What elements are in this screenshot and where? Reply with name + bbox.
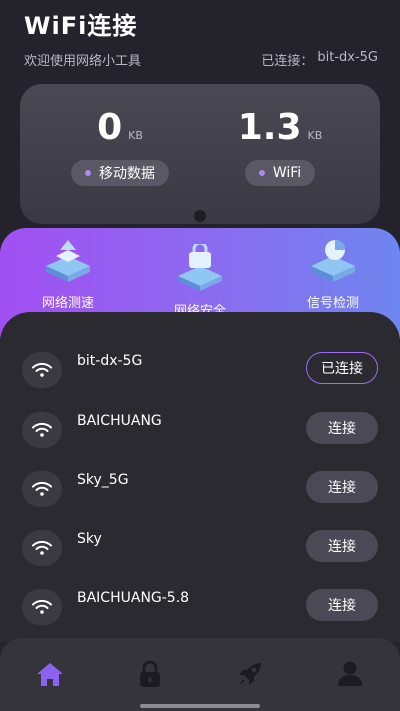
tab-speed[interactable] xyxy=(234,658,266,690)
wifi-list-item[interactable]: Sky_5G 连接 xyxy=(22,471,378,507)
wifi-ssid: BAICHUANG xyxy=(77,413,162,429)
connection-status: 已连接： bit-dx-5G xyxy=(261,50,378,69)
tab-security[interactable] xyxy=(134,658,166,690)
wifi-list-item[interactable]: Sky 连接 xyxy=(22,530,378,566)
connected-label: 已连接： xyxy=(261,54,314,69)
connected-button[interactable]: 已连接 xyxy=(306,352,378,384)
wifi-icon xyxy=(32,540,52,555)
speed-test-button[interactable]: 网络测速 xyxy=(18,236,118,311)
wifi-icon-badge xyxy=(22,412,62,448)
wifi-ssid: Sky_5G xyxy=(77,472,129,488)
home-icon xyxy=(37,663,63,686)
speed-test-label: 网络测速 xyxy=(41,296,94,311)
tab-profile[interactable] xyxy=(334,658,366,690)
wifi-icon xyxy=(32,599,52,614)
lock-icon xyxy=(140,660,160,687)
signal-detection-label: 信号检测 xyxy=(306,296,359,311)
tab-home[interactable] xyxy=(34,658,66,690)
connect-button[interactable]: 连接 xyxy=(306,471,378,503)
mobile-data-unit: KB xyxy=(128,129,143,142)
wifi-icon-badge xyxy=(22,530,62,566)
welcome-text: 欢迎使用网络小工具 xyxy=(24,54,142,69)
bottom-tab-bar xyxy=(0,638,400,711)
connect-button[interactable]: 连接 xyxy=(306,530,378,562)
network-security-button[interactable]: 网络安全 xyxy=(150,241,250,319)
dot-icon xyxy=(258,170,265,176)
wifi-ssid: Sky xyxy=(77,531,102,547)
signal-detection-icon xyxy=(311,240,355,282)
wifi-ssid: BAICHUANG-5.8 xyxy=(77,590,190,606)
wifi-icon xyxy=(32,481,52,496)
user-icon xyxy=(338,661,362,686)
wifi-ssid: bit-dx-5G xyxy=(77,353,143,369)
mobile-data-stat: 0 KB 移动数据 xyxy=(40,106,200,186)
wifi-data-label: WiFi xyxy=(272,165,302,181)
wifi-list-item[interactable]: BAICHUANG 连接 xyxy=(22,412,378,448)
connected-ssid: bit-dx-5G xyxy=(317,50,378,65)
wifi-list-item[interactable]: BAICHUANG-5.8 连接 xyxy=(22,589,378,625)
wifi-data-value: 1.3 xyxy=(237,107,302,148)
wifi-icon-badge xyxy=(22,589,62,625)
wifi-icon xyxy=(32,362,52,377)
rocket-icon xyxy=(239,663,261,685)
wifi-data-tag[interactable]: WiFi xyxy=(244,160,316,186)
wifi-icon-badge xyxy=(22,352,62,388)
mobile-data-label: 移动数据 xyxy=(99,166,155,182)
wifi-data-stat: 1.3 KB WiFi xyxy=(200,106,360,186)
page-title: WiFi连接 xyxy=(24,12,138,40)
mobile-data-tag[interactable]: 移动数据 xyxy=(71,160,169,186)
home-indicator xyxy=(140,704,260,708)
wifi-list-item[interactable]: bit-dx-5G 已连接 xyxy=(22,352,378,388)
signal-detection-button[interactable]: 信号检测 xyxy=(283,236,383,311)
connect-button[interactable]: 连接 xyxy=(306,589,378,621)
connect-button[interactable]: 连接 xyxy=(306,412,378,444)
mobile-data-value: 0 xyxy=(97,107,123,148)
data-usage-card: 0 KB 移动数据 1.3 KB WiFi xyxy=(20,84,380,224)
network-security-icon xyxy=(178,241,222,291)
card-handle xyxy=(194,210,206,222)
header: WiFi连接 欢迎使用网络小工具 已连接： bit-dx-5G xyxy=(24,10,378,69)
wifi-data-unit: KB xyxy=(307,129,323,142)
wifi-icon-badge xyxy=(22,471,62,507)
speed-test-icon xyxy=(46,240,90,282)
dot-icon xyxy=(85,170,91,176)
header-subrow: 欢迎使用网络小工具 已连接： bit-dx-5G xyxy=(24,50,378,69)
wifi-icon xyxy=(32,422,52,437)
